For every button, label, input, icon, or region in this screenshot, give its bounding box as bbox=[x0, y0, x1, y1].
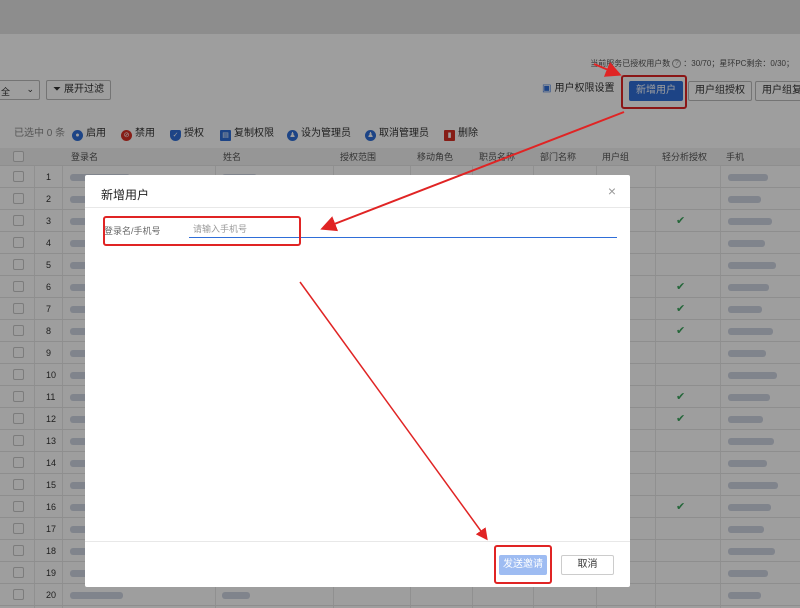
cancel-button[interactable]: 取消 bbox=[561, 555, 614, 575]
dialog-title: 新增用户 bbox=[101, 188, 150, 202]
annotation-box-send bbox=[494, 545, 552, 584]
annotation-box-field bbox=[103, 216, 301, 246]
dialog-footer-divider bbox=[85, 541, 630, 542]
dialog-divider bbox=[85, 207, 630, 208]
close-icon[interactable]: × bbox=[608, 183, 616, 199]
